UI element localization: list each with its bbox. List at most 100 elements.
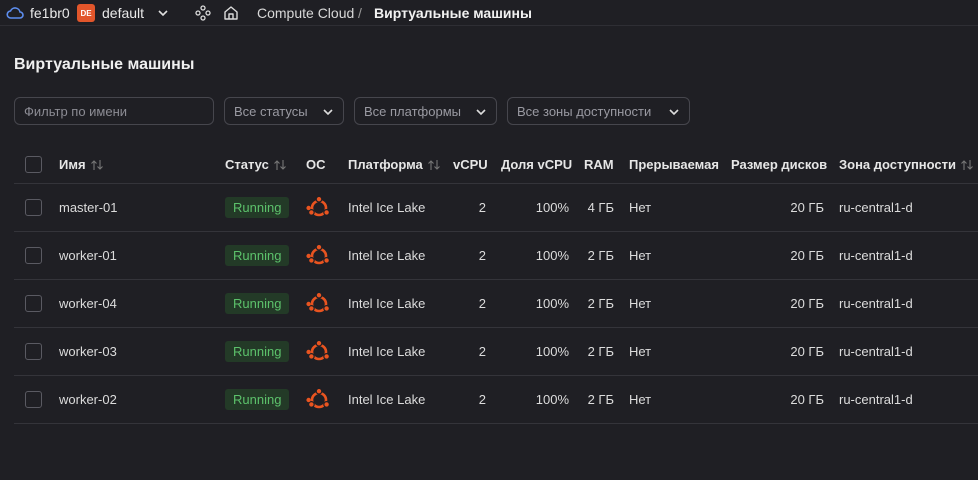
zone-cell: ru-central1-d: [839, 296, 913, 311]
ram-cell: 2 ГБ: [587, 344, 614, 359]
ubuntu-icon: [306, 195, 331, 216]
status-badge: Running: [225, 197, 290, 218]
preemptible-cell: Нет: [629, 248, 652, 263]
name-filter[interactable]: [14, 97, 214, 125]
zone-filter-label: Все зоны доступности: [517, 103, 652, 119]
status-cell: Running: [225, 232, 290, 279]
os-cell: [306, 232, 332, 279]
header-platform[interactable]: Платформа: [348, 146, 441, 183]
status-badge: Running: [225, 293, 290, 314]
vcpu-cell: 2: [478, 344, 486, 359]
platform-cell: Intel Ice Lake: [348, 248, 426, 263]
header-ram-label: RAM: [584, 157, 614, 172]
status-cell: Running: [225, 280, 290, 327]
row-checkbox[interactable]: [25, 343, 42, 360]
row-checkbox[interactable]: [25, 295, 42, 312]
vm-name[interactable]: worker-01: [59, 232, 117, 279]
zone-cell: ru-central1-d: [839, 344, 913, 359]
header-status[interactable]: Статус: [225, 146, 287, 183]
preemptible-cell: Нет: [629, 200, 652, 215]
header-status-label: Статус: [225, 157, 269, 172]
header-disk-size-label: Размер дисков: [731, 157, 828, 172]
preemptible-cell: Нет: [629, 296, 652, 311]
organization-name[interactable]: fe1br0: [30, 5, 70, 21]
row-select-cell: [25, 184, 42, 231]
select-all-cell: [25, 146, 42, 183]
header-zone-label: Зона доступности: [839, 157, 957, 172]
ubuntu-icon: [306, 243, 331, 264]
zone-cell: ru-central1-d: [839, 248, 913, 263]
ram-cell: 2 ГБ: [587, 392, 614, 407]
header-vcpu: vCPU: [453, 146, 488, 183]
platform-cell: Intel Ice Lake: [348, 200, 426, 215]
platform-filter-select[interactable]: Все платформы: [354, 97, 497, 125]
table-row[interactable]: worker-01 Running Intel Ice Lake 2 100% …: [14, 232, 978, 280]
breadcrumb-current: Виртуальные машины: [374, 5, 532, 21]
table-row[interactable]: master-01 Running Intel Ice Lake 2 100% …: [14, 184, 978, 232]
breadcrumb-separator: /: [358, 5, 362, 21]
header-name[interactable]: Имя: [59, 146, 104, 183]
ubuntu-icon: [306, 291, 331, 312]
row-checkbox[interactable]: [25, 247, 42, 264]
header-zone[interactable]: Зона доступности: [839, 146, 974, 183]
status-cell: Running: [225, 184, 290, 231]
status-filter-label: Все статусы: [234, 103, 308, 119]
row-select-cell: [25, 376, 42, 423]
status-badge: Running: [225, 245, 290, 266]
vm-name[interactable]: worker-02: [59, 376, 117, 423]
platform-cell: Intel Ice Lake: [348, 392, 426, 407]
chevron-down-icon: [476, 109, 486, 116]
disk-size-cell: 20 ГБ: [790, 248, 824, 263]
chevron-down-icon[interactable]: [156, 6, 170, 20]
table-body: master-01 Running Intel Ice Lake 2 100% …: [14, 184, 978, 424]
home-icon[interactable]: [222, 4, 240, 22]
header-vcpu-label: vCPU: [453, 157, 488, 172]
preemptible-cell: Нет: [629, 392, 652, 407]
vm-name[interactable]: worker-04: [59, 280, 117, 327]
services-icon[interactable]: [194, 4, 212, 22]
vm-name[interactable]: master-01: [59, 184, 118, 231]
sort-icon[interactable]: [273, 159, 287, 171]
header-ram: RAM: [584, 146, 614, 183]
folder-badge: DE: [77, 4, 95, 22]
select-all-checkbox[interactable]: [25, 156, 42, 173]
header-name-label: Имя: [59, 157, 86, 172]
table-row[interactable]: worker-04 Running Intel Ice Lake 2 100% …: [14, 280, 978, 328]
disk-size-cell: 20 ГБ: [790, 200, 824, 215]
breadcrumb-compute-cloud[interactable]: Compute Cloud: [257, 5, 354, 21]
table-row[interactable]: worker-02 Running Intel Ice Lake 2 100% …: [14, 376, 978, 424]
sort-icon[interactable]: [90, 159, 104, 171]
os-cell: [306, 184, 332, 231]
status-filter-select[interactable]: Все статусы: [224, 97, 344, 125]
status-cell: Running: [225, 328, 290, 375]
status-cell: Running: [225, 376, 290, 423]
disk-size-cell: 20 ГБ: [790, 344, 824, 359]
vm-table: Имя Статус ОС Платформа vCPU Доля vCPU R…: [14, 146, 978, 424]
table-row[interactable]: worker-03 Running Intel Ice Lake 2 100% …: [14, 328, 978, 376]
folder-name[interactable]: default: [102, 5, 144, 21]
chevron-down-icon: [323, 109, 333, 116]
header-disk-size: Размер дисков: [731, 146, 827, 183]
sort-icon[interactable]: [960, 159, 974, 171]
status-badge: Running: [225, 341, 290, 362]
os-cell: [306, 328, 332, 375]
row-select-cell: [25, 280, 42, 327]
vcpu-share-cell: 100%: [535, 296, 569, 311]
zone-filter-select[interactable]: Все зоны доступности: [507, 97, 690, 125]
header-vcpu-share-label: Доля vCPU: [501, 157, 573, 172]
name-filter-input[interactable]: [24, 103, 213, 119]
row-checkbox[interactable]: [25, 199, 42, 216]
row-checkbox[interactable]: [25, 391, 42, 408]
chevron-down-icon: [669, 109, 679, 116]
cloud-icon[interactable]: [6, 5, 24, 21]
vcpu-share-cell: 100%: [535, 344, 569, 359]
vm-name[interactable]: worker-03: [59, 328, 117, 375]
header-platform-label: Платформа: [348, 157, 423, 172]
vcpu-share-cell: 100%: [535, 200, 569, 215]
platform-cell: Intel Ice Lake: [348, 344, 426, 359]
platform-cell: Intel Ice Lake: [348, 296, 426, 311]
sort-icon[interactable]: [427, 159, 441, 171]
top-bar: fe1br0 DE default Compute Cloud / Виртуа…: [0, 0, 978, 26]
vcpu-share-cell: 100%: [535, 392, 569, 407]
os-cell: [306, 280, 332, 327]
